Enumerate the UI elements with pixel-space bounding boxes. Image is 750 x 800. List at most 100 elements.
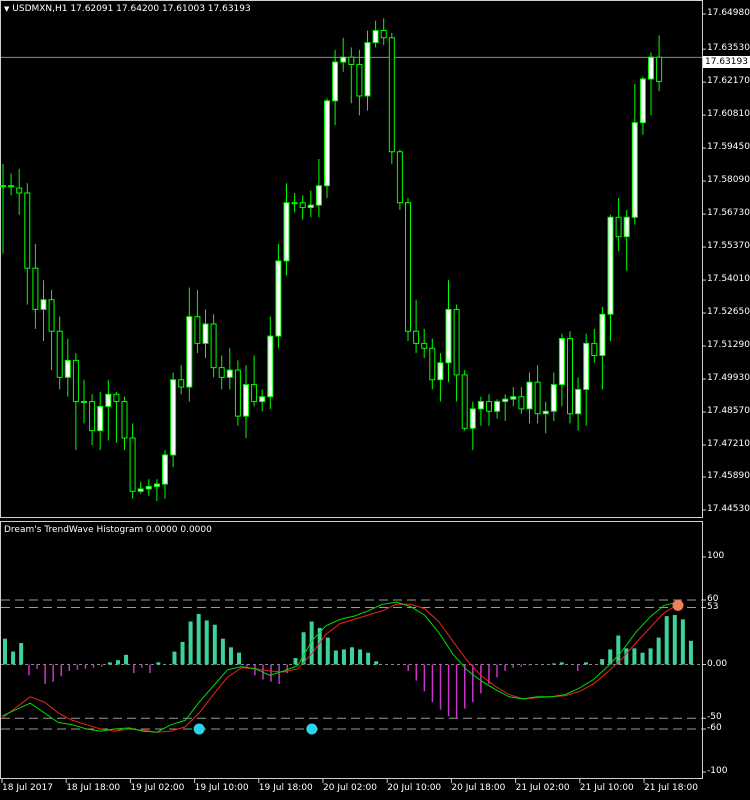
histogram-bar: [60, 664, 62, 677]
candle: [469, 401, 476, 451]
candle: [477, 396, 484, 426]
green-signal-line: [1, 601, 679, 733]
histogram-bar: [528, 664, 531, 666]
buy-signal-dot: [193, 723, 205, 735]
histogram-bar: [559, 662, 564, 665]
candle: [461, 370, 468, 431]
candle: [656, 35, 663, 92]
histogram-bar: [156, 662, 161, 665]
candle-body: [510, 396, 517, 400]
histogram-bar: [551, 663, 556, 665]
histogram-bar: [36, 664, 38, 669]
histogram-bar: [52, 664, 54, 682]
candle-body: [40, 299, 47, 310]
candle-body: [348, 56, 355, 65]
candle-body: [283, 202, 290, 262]
histogram-bar: [423, 664, 426, 692]
candle-body: [575, 388, 582, 415]
candle: [186, 287, 193, 402]
candle-body: [234, 369, 241, 417]
candle-body: [16, 187, 23, 194]
candle: [275, 243, 282, 349]
candle: [518, 387, 525, 414]
histogram-bar: [100, 664, 103, 667]
candle-body: [656, 56, 663, 82]
candle: [24, 183, 31, 305]
histogram-bar: [415, 664, 418, 681]
current-price-tag: 17.63193: [703, 56, 750, 68]
price-axis-label: 17.45890: [707, 471, 750, 481]
histogram-bar: [672, 615, 677, 665]
price-axis-label: 17.60810: [707, 109, 750, 120]
symbol-header: ▼ USDMXN,H1 17.62091 17.64200 17.61003 1…: [4, 4, 251, 15]
histogram-bar: [688, 640, 693, 665]
candle-body: [542, 410, 549, 415]
histogram-bar: [115, 660, 120, 665]
time-axis-label: 18 Jul 2017: [2, 783, 53, 793]
candle-body: [518, 396, 525, 410]
candle: [72, 353, 79, 451]
histogram-bar: [141, 664, 143, 668]
histogram-bar: [576, 664, 579, 671]
candle-body: [364, 42, 371, 97]
candle-body: [558, 338, 565, 386]
candle: [210, 314, 217, 378]
histogram-bar: [149, 664, 151, 674]
candle: [291, 192, 298, 213]
candle: [299, 195, 306, 220]
histogram-bar: [407, 664, 409, 671]
histogram-bar: [431, 664, 434, 703]
candle-body: [639, 78, 646, 124]
histogram-bar: [237, 652, 242, 665]
candles: [0, 18, 663, 502]
candle: [607, 214, 614, 341]
candle: [81, 379, 87, 424]
histogram-bar: [84, 664, 87, 669]
histogram-bar: [624, 648, 629, 665]
candle-body: [105, 393, 112, 407]
candle: [162, 450, 168, 499]
price-axis-label: 17.47210: [707, 438, 750, 449]
candle: [16, 168, 23, 215]
histogram-bar: [648, 648, 653, 665]
candle-body: [24, 192, 31, 269]
candle-body: [64, 359, 71, 378]
indicator-axis-label: 100: [707, 551, 725, 561]
candle-body: [210, 323, 217, 369]
candle: [283, 183, 290, 276]
candle-body: [243, 384, 249, 417]
time-axis-label: 19 Jul 18:00: [258, 783, 313, 793]
candle-body: [372, 29, 379, 44]
sell-signal-dot: [672, 599, 684, 611]
histogram-bar: [374, 661, 379, 665]
candle-body: [623, 216, 630, 238]
indicator-axis-label: -60: [707, 723, 722, 733]
histogram-bar: [463, 664, 466, 709]
candle: [259, 389, 266, 412]
candle: [332, 49, 339, 126]
candle-body: [356, 63, 363, 97]
candle: [639, 76, 646, 135]
candle: [307, 190, 314, 218]
candle: [648, 52, 654, 116]
candle-body: [607, 216, 614, 315]
candle-body: [453, 308, 460, 376]
indicator-axis-label: 53: [707, 601, 719, 612]
histogram-bar: [480, 664, 482, 694]
histogram-bar: [664, 616, 669, 665]
price-axis-label: 17.62170: [707, 76, 750, 87]
candle: [502, 394, 509, 421]
candle: [194, 290, 201, 354]
price-axis-label: 17.49930: [707, 373, 750, 384]
candle: [89, 394, 96, 446]
price-axis-label: 17.55370: [707, 241, 750, 252]
histogram-bar: [512, 664, 514, 668]
candle-body: [461, 374, 468, 429]
candle: [534, 365, 541, 424]
histogram-bar: [632, 648, 637, 665]
candle-body: [567, 338, 573, 415]
candle-body: [275, 260, 282, 337]
candle: [445, 280, 452, 383]
candle-body: [583, 342, 590, 390]
symbol-dropdown-icon[interactable]: ▼: [4, 5, 9, 13]
